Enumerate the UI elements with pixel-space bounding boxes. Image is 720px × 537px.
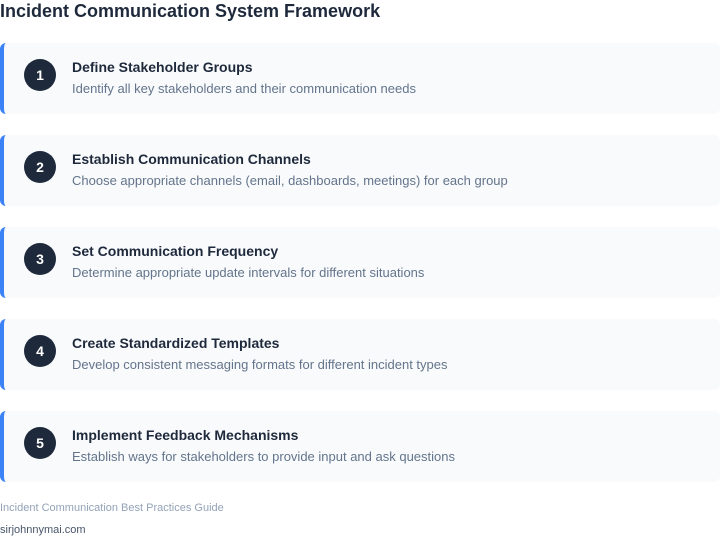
- step-description: Develop consistent messaging formats for…: [72, 357, 448, 372]
- step-number-badge: 1: [24, 59, 56, 91]
- step-description: Identify all key stakeholders and their …: [72, 81, 416, 96]
- step-card: 1 Define Stakeholder Groups Identify all…: [0, 43, 720, 114]
- step-title: Create Standardized Templates: [72, 335, 280, 351]
- page-title: Incident Communication System Framework: [0, 1, 381, 21]
- step-title: Establish Communication Channels: [72, 151, 311, 167]
- step-title: Implement Feedback Mechanisms: [72, 427, 299, 443]
- footer-site: sirjohnnymai.com: [0, 524, 86, 536]
- step-number-badge: 4: [24, 335, 56, 367]
- step-number-badge: 2: [24, 151, 56, 183]
- step-card: 5 Implement Feedback Mechanisms Establis…: [0, 411, 720, 482]
- step-number-badge: 3: [24, 243, 56, 275]
- step-card: 2 Establish Communication Channels Choos…: [0, 135, 720, 206]
- step-description: Choose appropriate channels (email, dash…: [72, 173, 508, 188]
- step-card: 3 Set Communication Frequency Determine …: [0, 227, 720, 298]
- footer-source: Incident Communication Best Practices Gu…: [0, 502, 224, 514]
- step-description: Determine appropriate update intervals f…: [72, 265, 425, 280]
- step-card: 4 Create Standardized Templates Develop …: [0, 319, 720, 390]
- step-title: Set Communication Frequency: [72, 243, 279, 259]
- step-number-badge: 5: [24, 427, 56, 459]
- step-title: Define Stakeholder Groups: [72, 59, 253, 75]
- steps-list: 1 Define Stakeholder Groups Identify all…: [0, 43, 720, 503]
- step-description: Establish ways for stakeholders to provi…: [72, 449, 455, 464]
